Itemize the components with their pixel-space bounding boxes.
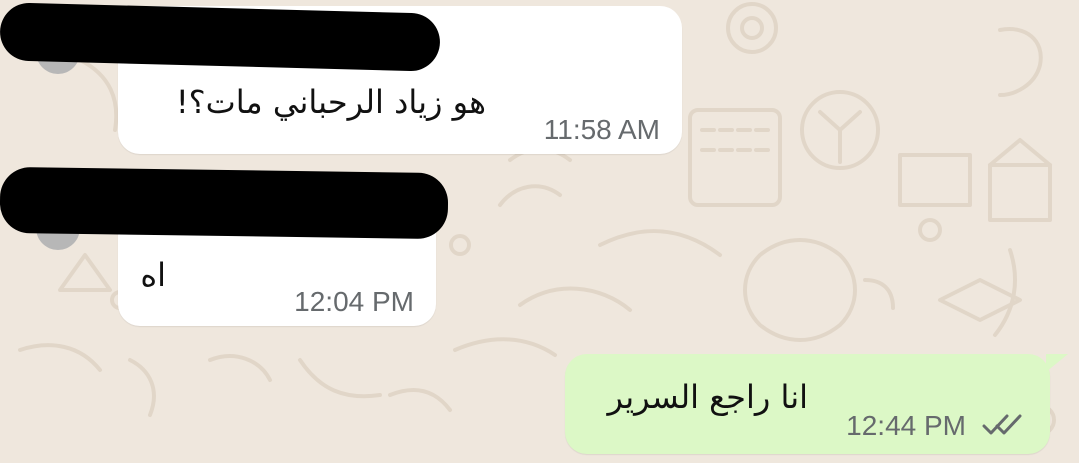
redaction-mark (0, 166, 449, 240)
outgoing-bubble-tail (1046, 354, 1068, 372)
message-text: انا راجع السرير (607, 378, 808, 416)
redaction-mark (0, 2, 441, 72)
message-bubble-outgoing[interactable]: انا راجع السرير 12:44 PM (565, 354, 1050, 454)
message-timestamp: 12:04 PM (294, 286, 414, 317)
message-text: هو زياد الرحباني مات؟! (175, 83, 486, 121)
double-check-icon (982, 412, 1026, 442)
message-timestamp: 11:58 AM (543, 114, 660, 145)
message-timestamp: 12:44 PM (846, 410, 966, 441)
message-text: اه (140, 256, 166, 294)
